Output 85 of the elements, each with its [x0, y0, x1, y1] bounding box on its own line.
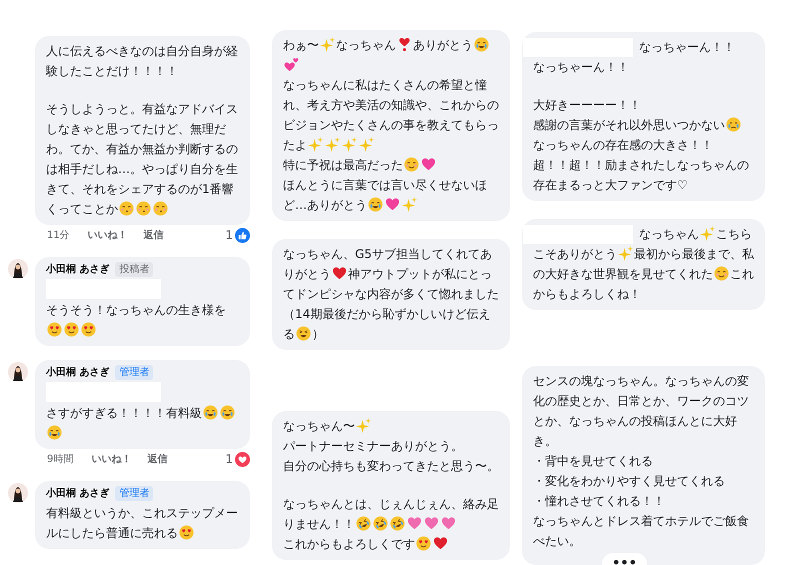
heart-icon	[421, 157, 436, 172]
comment-text: 大好きーーーー！！	[533, 97, 642, 114]
comment-text: これからもよろしくです	[283, 534, 499, 554]
comment-text: なっちゃん こちらこそありがとう 最初から最後まで、私の大好きな世界観を見せてくれた これからもよろしくね！	[533, 224, 754, 304]
reaction-count: 1	[225, 227, 233, 244]
heart-eyes-face-icon	[416, 536, 431, 551]
sparkles-icon	[308, 137, 323, 152]
avatar-icon	[8, 259, 28, 279]
heart-eyes-face-icon	[179, 525, 194, 540]
comment-text: なっちゃん、G5サブ担当してくれてありがとう 神アウトプットが私にとってドンピシャな内容が多くて惚れました（14期最後だから恥ずかしいけど伝える ）	[283, 246, 499, 343]
comment-text: なっちゃんとドレス着てホテルでご飯食べたい。	[533, 513, 750, 550]
reply-link[interactable]: 返信	[144, 228, 164, 242]
comment-text: なっちゃん〜	[283, 416, 499, 436]
heart-icon	[424, 516, 439, 531]
crying-face-icon	[220, 405, 235, 420]
comment-text: ・憧れさせてくれる！！	[533, 493, 666, 510]
sparkles-icon	[325, 137, 340, 152]
comment-text: パートナーセミナーありがとう。	[283, 438, 464, 455]
heart-icon	[385, 197, 400, 212]
sparkles-icon	[356, 418, 371, 433]
sparkles-icon	[342, 137, 357, 152]
comment-text: そうしようっと。有益なアドバイスしなきゃと思ってたけど、無理だわ。てか、有益か無益か判断するのは相手だしね…。やっぱり自分を生きて、それをシェアするのが1番響くってことか	[46, 101, 239, 218]
heart-icon	[332, 266, 347, 281]
crying-face-icon	[474, 37, 489, 52]
relieved-face-icon	[404, 157, 419, 172]
heart-icon	[441, 516, 456, 531]
comment-text: ・背中を見せてくれる	[533, 453, 654, 470]
heart-exclamation-icon	[397, 37, 412, 52]
heart-icon	[284, 57, 299, 72]
heart-eyes-face-icon	[64, 322, 79, 337]
blushing-face-icon	[153, 201, 168, 216]
role-badge: 管理者	[115, 365, 154, 380]
crying-face-icon	[368, 197, 383, 212]
rofl-face-icon	[390, 516, 405, 531]
sparkles-icon	[402, 197, 417, 212]
love-reaction-icon	[235, 452, 250, 466]
comment-text: 人に伝えるべきなのは自分自身が経験したことだけ！！！！	[46, 43, 239, 80]
role-badge: 投稿者	[115, 262, 154, 277]
heart-eyes-face-icon	[81, 322, 96, 337]
comment-time: 11分	[47, 228, 70, 242]
author-name[interactable]: 小田桐 あさぎ	[46, 486, 110, 501]
blushing-face-icon	[119, 201, 134, 216]
crying-face-icon	[203, 405, 218, 420]
sad-face-icon	[726, 117, 741, 132]
comment-text: ・変化をわかりやすく見せてくれる	[533, 473, 726, 490]
crying-face-icon	[47, 425, 62, 440]
author-name[interactable]: 小田桐 あさぎ	[46, 262, 110, 277]
sparkles-icon	[320, 37, 335, 52]
comment-text: 特に予祝は最高だった	[283, 155, 499, 175]
heart-icon	[433, 536, 448, 551]
more-button[interactable]: •••	[602, 553, 647, 565]
heart-icon	[407, 516, 422, 531]
like-link[interactable]: いいね！	[91, 452, 132, 466]
like-link[interactable]: いいね！	[88, 228, 128, 242]
sparkles-icon	[700, 226, 715, 241]
avatar-icon	[8, 483, 28, 503]
author-name[interactable]: 小田桐 あさぎ	[46, 365, 110, 380]
comment-text: そうそう！なっちゃんの生き様を	[46, 300, 239, 340]
blushing-face-icon	[136, 201, 151, 216]
rofl-face-icon	[356, 516, 371, 531]
comment-text: 自分の心持ちも変わってきたと思う〜。	[283, 458, 499, 475]
comment-text: ほんとうに言葉では言い尽くせないほど…ありがとう	[283, 177, 488, 214]
rofl-face-icon	[373, 516, 388, 531]
comment-time: 9時間	[47, 452, 74, 466]
comment-text: センスの塊なっちゃん。なっちゃんの変化の歴史とか、日常とか、ワークのコツとか、なっちゃんの投稿ほんとに大好き。	[533, 373, 750, 450]
sparkles-icon	[618, 246, 633, 261]
comment-text: なっちゃーん！！	[533, 59, 630, 76]
comment-text: なっちゃんの存在感の大きさ！！	[533, 137, 714, 154]
comment-text: 有料級というか、これステップメールにしたら普通に売れる	[46, 505, 239, 542]
laughing-face-icon	[296, 326, 311, 341]
heart-eyes-face-icon	[47, 322, 62, 337]
comment-text: なっちゃんとは、じぇんじぇん、絡み足りません！！	[283, 496, 499, 533]
reaction-count: 1	[225, 451, 233, 468]
comment-text: 感謝の言葉がそれ以外思いつかない	[533, 115, 754, 135]
comment-text: なっちゃんに私はたくさんの希望と憧れ、考え方や美活の知識や、これからのビジョンやたくさんの事を教えてもらったよ	[283, 77, 499, 154]
like-reaction-icon	[235, 228, 250, 242]
reply-link[interactable]: 返信	[147, 452, 168, 466]
avatar-icon	[8, 362, 28, 382]
sparkles-icon	[359, 137, 374, 152]
comment-text: わぁ〜 なっちゃん ありがとう	[283, 35, 499, 75]
role-badge: 管理者	[115, 486, 154, 501]
smiling-face-icon	[714, 266, 729, 281]
comment-text: 超！！超！！励まされたしなっちゃんの存在まるっと大ファンです♡	[533, 157, 750, 194]
comment-text: なっちゃーん！！	[533, 37, 754, 57]
comment-text: さすがすぎる！！！！有料級	[46, 403, 239, 443]
